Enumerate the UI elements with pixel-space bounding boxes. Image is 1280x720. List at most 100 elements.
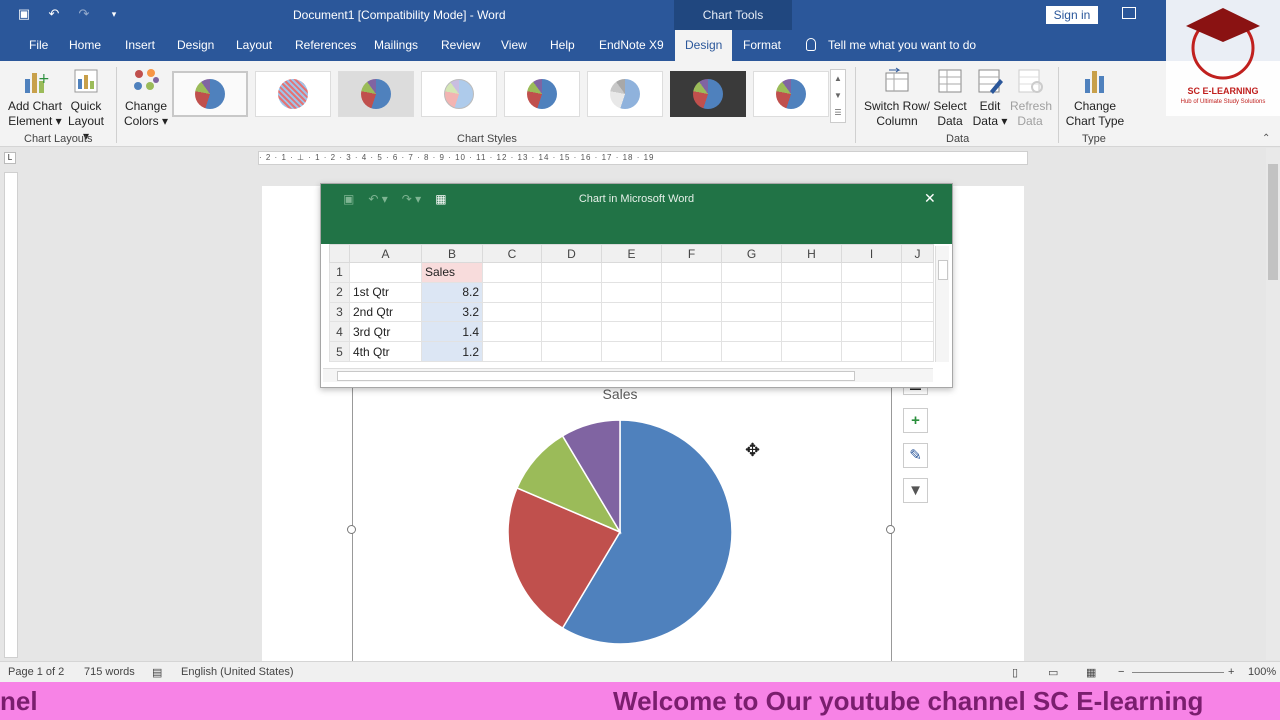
tab-layout[interactable]: Layout — [226, 30, 282, 61]
column-header[interactable]: J — [901, 244, 934, 263]
refresh-data-button[interactable]: Refresh Data — [1010, 67, 1052, 129]
empty-cell[interactable] — [901, 262, 934, 283]
tab-home[interactable]: Home — [59, 30, 111, 61]
document-vertical-scrollbar[interactable] — [1266, 148, 1280, 660]
chart-style-4[interactable] — [421, 71, 497, 117]
empty-cell[interactable] — [841, 341, 902, 362]
resize-handle-right[interactable] — [886, 525, 895, 534]
tab-references[interactable]: References — [285, 30, 366, 61]
resize-handle-left[interactable] — [347, 525, 356, 534]
gallery-down-icon[interactable]: ▼ — [831, 87, 845, 104]
edit-data-button[interactable]: Edit Data ▾ — [970, 67, 1010, 129]
empty-cell[interactable] — [901, 341, 934, 362]
page-count[interactable]: Page 1 of 2 — [8, 666, 64, 678]
web-layout-icon[interactable]: ▦ — [1086, 666, 1096, 679]
tab-selector[interactable]: L — [4, 152, 16, 164]
empty-cell[interactable] — [601, 341, 662, 362]
chart-style-7[interactable] — [670, 71, 746, 117]
row-header[interactable]: 1 — [329, 262, 350, 283]
select-data-button[interactable]: Select Data — [932, 67, 968, 129]
empty-cell[interactable] — [781, 341, 842, 362]
row-header[interactable]: 3 — [329, 301, 350, 323]
tab-view[interactable]: View — [491, 30, 537, 61]
chart-style-8[interactable] — [753, 71, 829, 117]
empty-cell[interactable] — [482, 341, 542, 362]
tab-design[interactable]: Design — [167, 30, 224, 61]
tab-help[interactable]: Help — [540, 30, 585, 61]
empty-cell[interactable] — [841, 301, 902, 323]
spreadsheet-grid[interactable]: ABCDEFGHIJ 1 Sales 2 1st Qtr 8.2 3 2nd Qtr 3.2 4… — [329, 244, 934, 362]
empty-cell[interactable] — [901, 281, 934, 303]
tab-file[interactable]: File — [19, 30, 58, 61]
empty-cell[interactable] — [601, 321, 662, 343]
empty-cell[interactable] — [781, 281, 842, 303]
empty-cell[interactable] — [721, 341, 782, 362]
empty-cell[interactable] — [781, 321, 842, 343]
empty-cell[interactable] — [601, 262, 662, 283]
tab-review[interactable]: Review — [431, 30, 490, 61]
empty-cell[interactable] — [541, 301, 602, 323]
empty-cell[interactable] — [541, 341, 602, 362]
cell-b[interactable]: 8.2 — [421, 281, 483, 303]
empty-cell[interactable] — [721, 301, 782, 323]
column-header[interactable]: D — [541, 244, 602, 263]
tell-me-search[interactable]: Tell me what you want to do — [806, 30, 976, 61]
switch-row-column-button[interactable]: Switch Row/ Column — [862, 67, 932, 129]
column-header[interactable]: I — [841, 244, 902, 263]
chart-elements-plus-icon[interactable]: + — [903, 408, 928, 433]
empty-cell[interactable] — [541, 321, 602, 343]
chart-style-6[interactable] — [587, 71, 663, 117]
ribbon-display-options-icon[interactable] — [1122, 7, 1136, 19]
excel-close-icon[interactable]: ✕ — [924, 190, 936, 207]
column-header[interactable]: E — [601, 244, 662, 263]
cell-a[interactable]: 1st Qtr — [349, 281, 422, 303]
cell-b[interactable]: 3.2 — [421, 301, 483, 323]
chart-style-5[interactable] — [504, 71, 580, 117]
empty-cell[interactable] — [781, 301, 842, 323]
column-header[interactable]: F — [661, 244, 722, 263]
excel-vertical-scrollbar[interactable] — [935, 246, 949, 362]
collapse-ribbon-icon[interactable]: ⌃ — [1262, 133, 1270, 144]
chart-style-3[interactable] — [338, 71, 414, 117]
empty-cell[interactable] — [721, 262, 782, 283]
empty-cell[interactable] — [901, 321, 934, 343]
row-header[interactable]: 5 — [329, 341, 350, 362]
column-header[interactable]: B — [421, 244, 483, 263]
customize-qat-icon[interactable]: ▾ — [106, 6, 122, 22]
select-all-corner[interactable] — [329, 244, 350, 263]
cell-b[interactable]: Sales — [421, 262, 483, 283]
empty-cell[interactable] — [482, 281, 542, 303]
pie-chart[interactable] — [500, 412, 740, 652]
gallery-scroll[interactable]: ▲ ▼ ☰ — [830, 69, 846, 123]
read-mode-icon[interactable]: ▯ — [1012, 666, 1018, 679]
zoom-level[interactable]: 100% — [1248, 666, 1276, 678]
language[interactable]: English (United States) — [181, 666, 294, 678]
empty-cell[interactable] — [661, 262, 722, 283]
row-header[interactable]: 4 — [329, 321, 350, 343]
row-header[interactable]: 2 — [329, 281, 350, 303]
empty-cell[interactable] — [482, 262, 542, 283]
empty-cell[interactable] — [601, 301, 662, 323]
cell-b[interactable]: 1.4 — [421, 321, 483, 343]
empty-cell[interactable] — [482, 301, 542, 323]
empty-cell[interactable] — [482, 321, 542, 343]
chart-style-2[interactable] — [255, 71, 331, 117]
empty-cell[interactable] — [781, 262, 842, 283]
chart-styles-brush-icon[interactable]: ✎ — [903, 443, 928, 468]
column-header[interactable]: H — [781, 244, 842, 263]
chart-style-1[interactable] — [172, 71, 248, 117]
empty-cell[interactable] — [661, 281, 722, 303]
empty-cell[interactable] — [841, 262, 902, 283]
cell-b[interactable]: 1.2 — [421, 341, 483, 362]
add-chart-element-button[interactable]: + Add Chart Element ▾ — [6, 67, 64, 129]
tab-insert[interactable]: Insert — [115, 30, 165, 61]
column-header[interactable]: A — [349, 244, 422, 263]
sign-in-button[interactable]: Sign in — [1046, 6, 1098, 24]
gallery-up-icon[interactable]: ▲ — [831, 70, 845, 87]
empty-cell[interactable] — [841, 321, 902, 343]
column-header[interactable]: G — [721, 244, 782, 263]
gallery-more-icon[interactable]: ☰ — [831, 104, 845, 121]
ruler-scale[interactable]: · 2 · 1 · ⊥ · 1 · 2 · 3 · 4 · 5 · 6 · 7 … — [258, 151, 1028, 165]
empty-cell[interactable] — [661, 321, 722, 343]
chart-filters-funnel-icon[interactable]: ▼ — [903, 478, 928, 503]
